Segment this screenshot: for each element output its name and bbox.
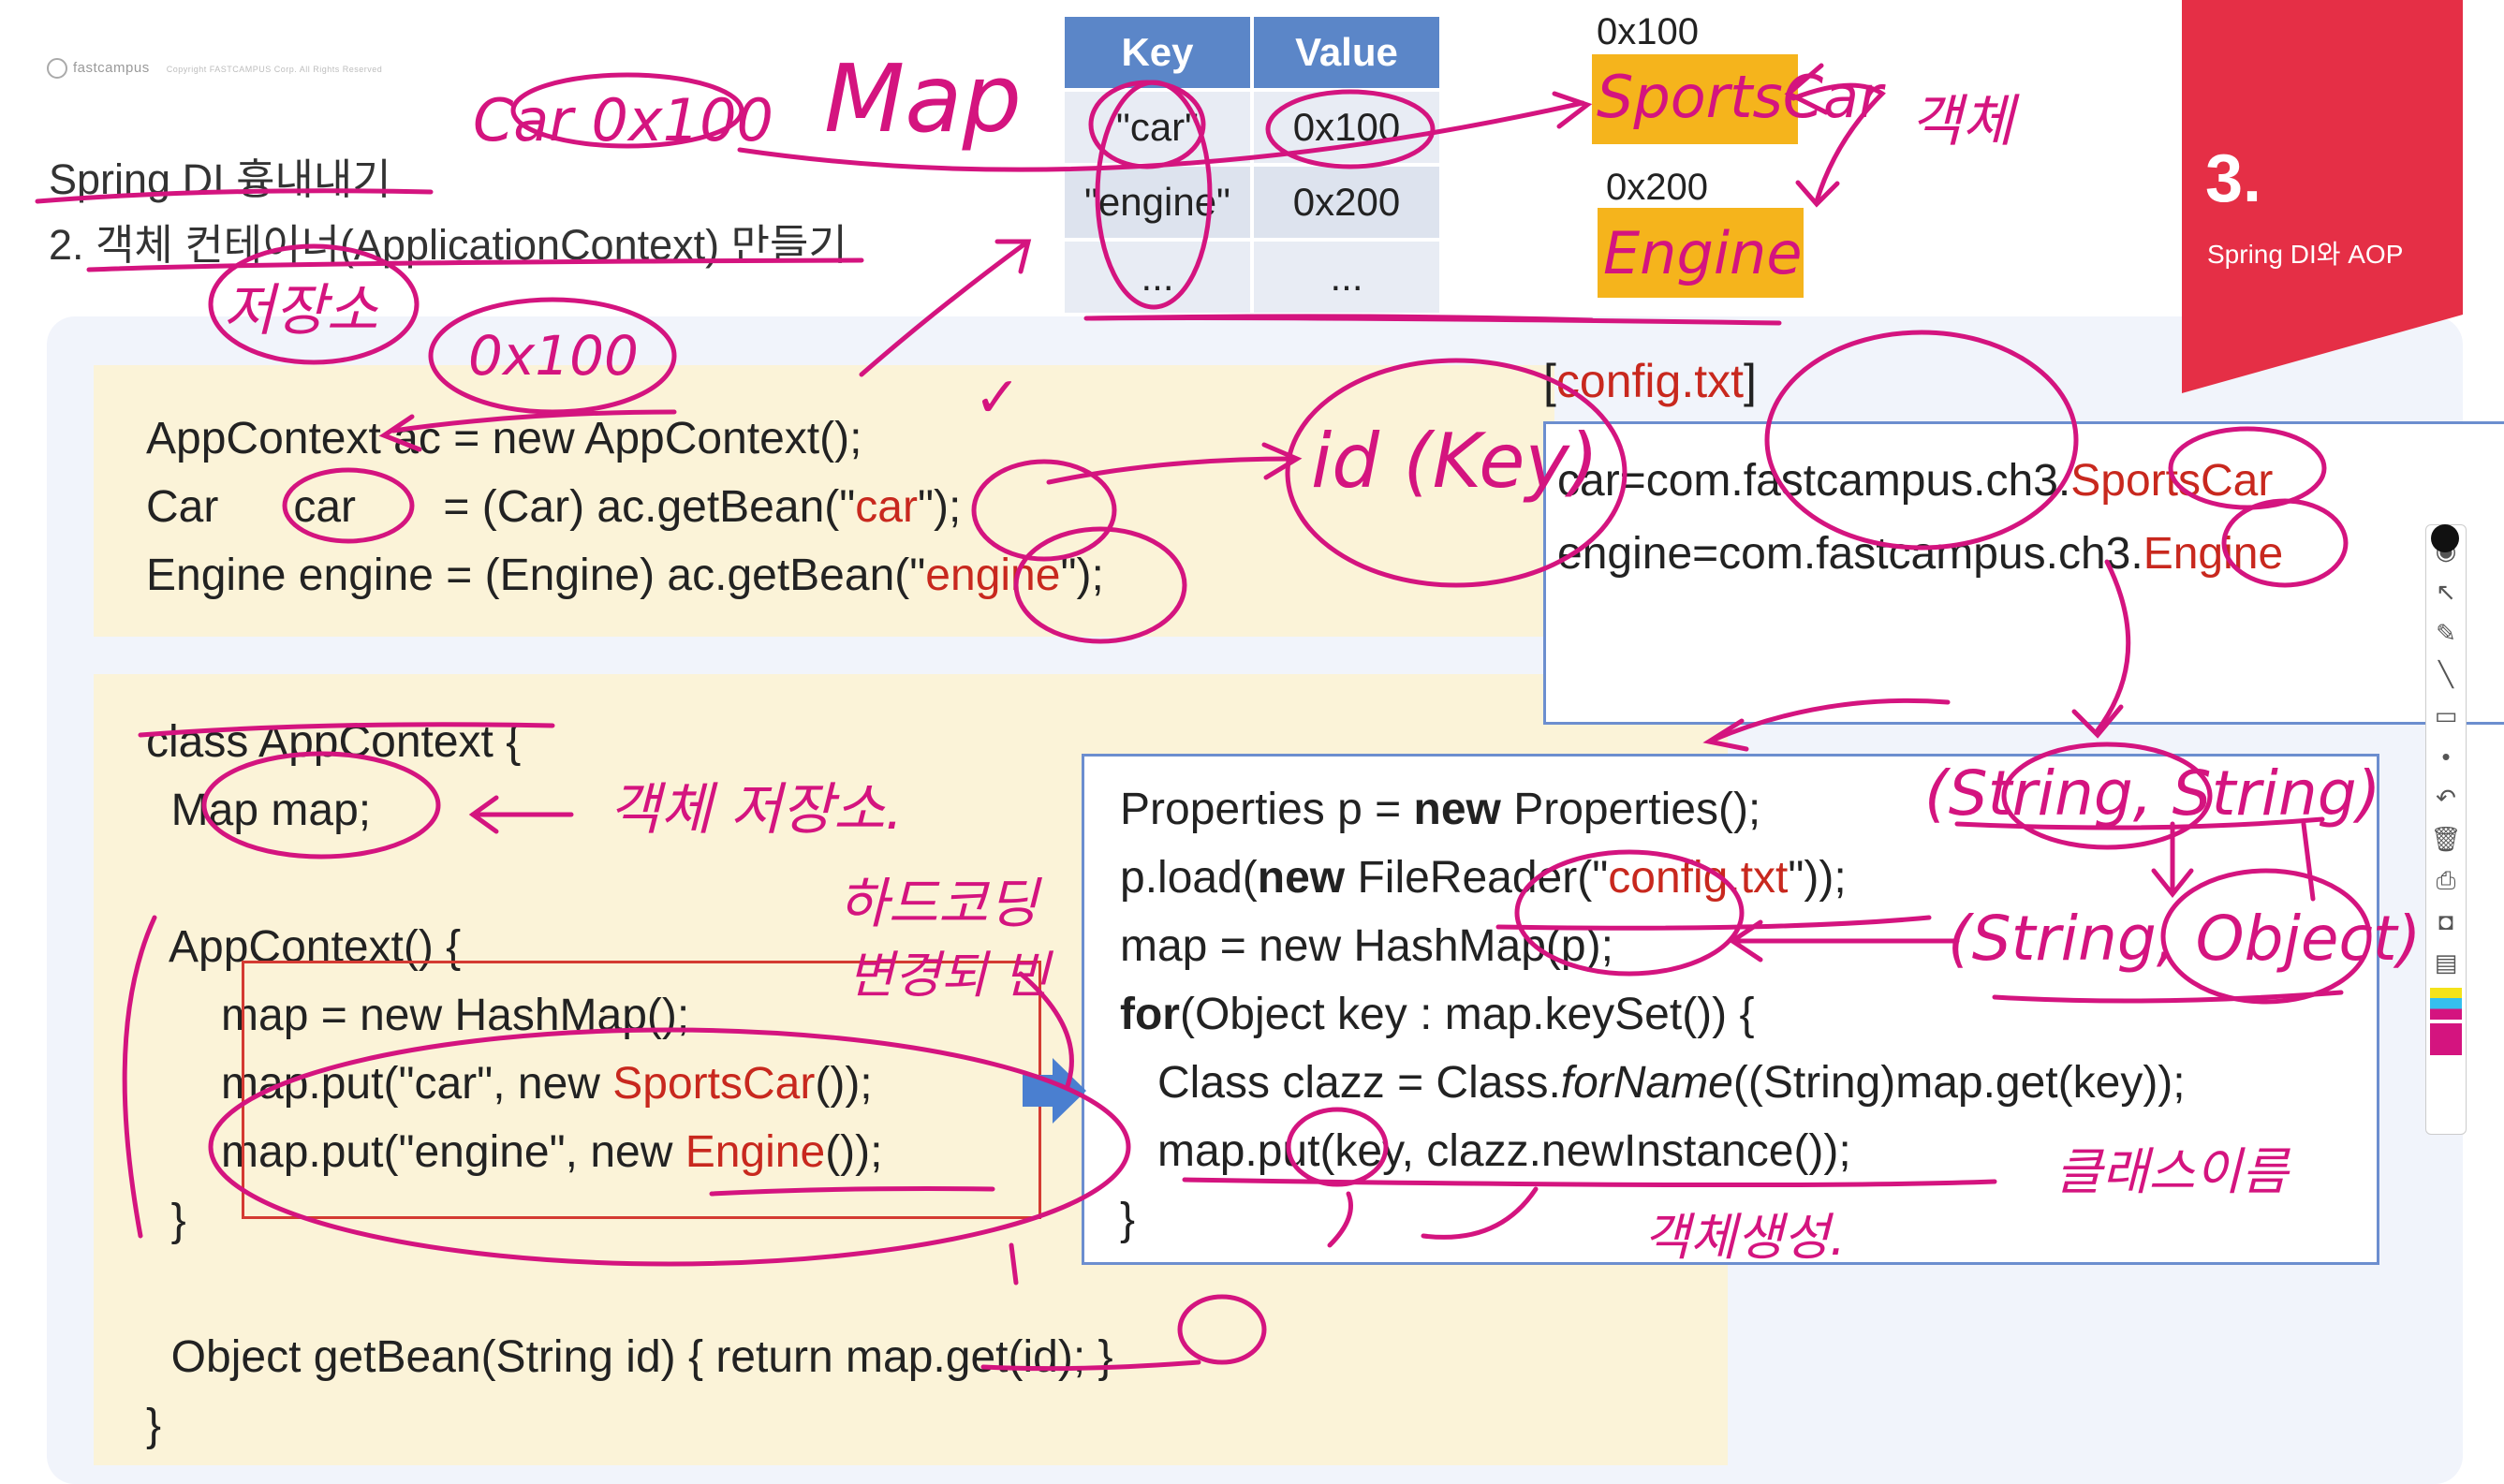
code-line: map = new HashMap(p); xyxy=(1120,921,1613,971)
code-line: Engine engine = (Engine) ac.getBean(" xyxy=(146,551,926,600)
code-keyword: new xyxy=(1413,785,1501,834)
ink-text: 객체 xyxy=(1910,89,2020,154)
code-line: Car car = (Car) ac.getBean(" xyxy=(146,482,856,532)
map-table: Key Value "car" 0x100 "engine" 0x200 ...… xyxy=(1061,13,1443,316)
code-line: Properties p = xyxy=(1120,785,1414,834)
code-line: map.put(key, clazz.newInstance()); xyxy=(1120,1126,1851,1176)
object-box-engine xyxy=(1598,208,1804,298)
code-string: config.txt xyxy=(1608,853,1789,903)
table-header-key: Key xyxy=(1061,13,1254,92)
config-content: car=com.fastcampus.ch3.SportsCar engine=… xyxy=(1546,424,2504,591)
code-method: forName xyxy=(1560,1058,1733,1108)
code-line: (Object key : map.keySet()) { xyxy=(1179,990,1755,1039)
code-keyword: new xyxy=(1257,853,1346,903)
code-line: "); xyxy=(917,482,962,532)
camera-icon[interactable]: ◘ xyxy=(2430,905,2462,937)
hardcoded-highlight-box xyxy=(242,961,1041,1219)
code-line: Class clazz = Class. xyxy=(1120,1058,1561,1108)
undo-icon[interactable]: ↶ xyxy=(2430,782,2462,814)
code-string: engine xyxy=(925,551,1061,600)
table-cell: "engine" xyxy=(1061,163,1254,242)
pen-icon[interactable]: ✎ xyxy=(2430,617,2462,649)
usage-code: AppContext ac = new AppContext(); Car ca… xyxy=(94,365,1554,610)
ink-text: Car 0x100 xyxy=(473,86,773,154)
code-line: Map map; xyxy=(146,786,372,835)
code-line: ((String)map.get(key)); xyxy=(1732,1058,2186,1108)
object-address: 0x200 xyxy=(1606,167,1708,208)
table-header-value: Value xyxy=(1250,13,1443,92)
code-line: p.load( xyxy=(1120,853,1258,903)
ink-text: Map xyxy=(824,44,1022,154)
bracket: [ xyxy=(1543,355,1556,407)
config-class: SportsCar xyxy=(2070,456,2274,506)
table-cell: "car" xyxy=(1061,88,1254,167)
code-line: ")); xyxy=(1788,853,1847,903)
ink-arrowhead xyxy=(1552,91,1593,129)
brand-name: fastcampus xyxy=(73,59,150,76)
copyright: Copyright FASTCAMPUS Corp. All Rights Re… xyxy=(166,64,383,74)
pointer-icon[interactable]: ↖ xyxy=(2430,576,2462,608)
config-file-box: car=com.fastcampus.ch3.SportsCar engine=… xyxy=(1543,421,2504,725)
clipboard-icon[interactable]: ▤ xyxy=(2430,947,2462,978)
object-address: 0x100 xyxy=(1597,11,1699,52)
arrow-right-icon xyxy=(1023,1058,1086,1124)
slide-title: Spring DI 흉내내기 xyxy=(49,155,391,203)
code-line: FileReader(" xyxy=(1345,853,1609,903)
pen-toolbar: ◉ ↖ ✎ ╲ ▭ • ↶ 🗑 ⎙ ◘ ▤ xyxy=(2425,524,2467,1135)
ink-arrowhead xyxy=(1795,180,1840,208)
eraser-icon[interactable]: ▭ xyxy=(2430,699,2462,731)
bracket: ] xyxy=(1744,355,1757,407)
code-line: Properties(); xyxy=(1500,785,1761,834)
brand-logo: fastcampus Copyright FASTCAMPUS Corp. All… xyxy=(47,58,382,79)
code-line: class AppContext { xyxy=(146,717,522,767)
chapter-name: Spring DI와 AOP xyxy=(2207,240,2404,269)
pen-tool-icon[interactable] xyxy=(2431,524,2459,552)
table-cell: ... xyxy=(1061,238,1254,316)
color-swatch[interactable] xyxy=(2430,988,2462,1020)
config-class: Engine xyxy=(2143,529,2284,579)
ink-arrow xyxy=(1790,82,1886,204)
ink-circle xyxy=(510,72,744,149)
table-row: ... ... xyxy=(1061,238,1443,316)
properties-code-box: Properties p = new Properties(); p.load(… xyxy=(1082,754,2379,1265)
config-filename: config.txt xyxy=(1555,355,1745,407)
config-line: car=com.fastcampus.ch3. xyxy=(1557,456,2071,506)
config-title: [config.txt] xyxy=(1543,354,1757,408)
object-box-sportscar xyxy=(1592,54,1798,144)
fastcampus-logo-icon xyxy=(47,58,67,79)
code-string: car xyxy=(855,482,918,532)
chapter-number: 3. xyxy=(2205,141,2262,216)
config-line: engine=com.fastcampus.ch3. xyxy=(1557,529,2143,579)
table-cell: ... xyxy=(1250,238,1443,316)
code-line: Object getBean(String id) { return map.g… xyxy=(146,1332,1113,1382)
trash-icon[interactable]: 🗑 xyxy=(2430,823,2462,855)
ink-arrowhead xyxy=(994,239,1032,274)
table-cell: 0x200 xyxy=(1250,163,1443,242)
code-line: } xyxy=(146,1401,162,1450)
line-icon[interactable]: ╲ xyxy=(2430,658,2462,690)
usage-code-box: AppContext ac = new AppContext(); Car ca… xyxy=(94,365,1554,637)
code-keyword: for xyxy=(1120,990,1180,1039)
table-row: "engine" 0x200 xyxy=(1061,163,1443,242)
print-icon[interactable]: ⎙ xyxy=(2430,864,2462,896)
color-swatch[interactable] xyxy=(2430,1023,2462,1055)
table-cell: 0x100 xyxy=(1250,88,1443,167)
slide-subtitle: 2. 객체 컨테이너(ApplicationContext) 만들기 xyxy=(49,221,847,269)
properties-code: Properties p = new Properties(); p.load(… xyxy=(1084,757,2377,1254)
code-line: } xyxy=(1120,1195,1136,1244)
table-row: "car" 0x100 xyxy=(1061,88,1443,167)
code-line: "); xyxy=(1060,551,1104,600)
dot-icon[interactable]: • xyxy=(2430,741,2462,772)
code-line: } xyxy=(146,1196,186,1245)
code-line: AppContext ac = new AppContext(); xyxy=(146,414,862,463)
